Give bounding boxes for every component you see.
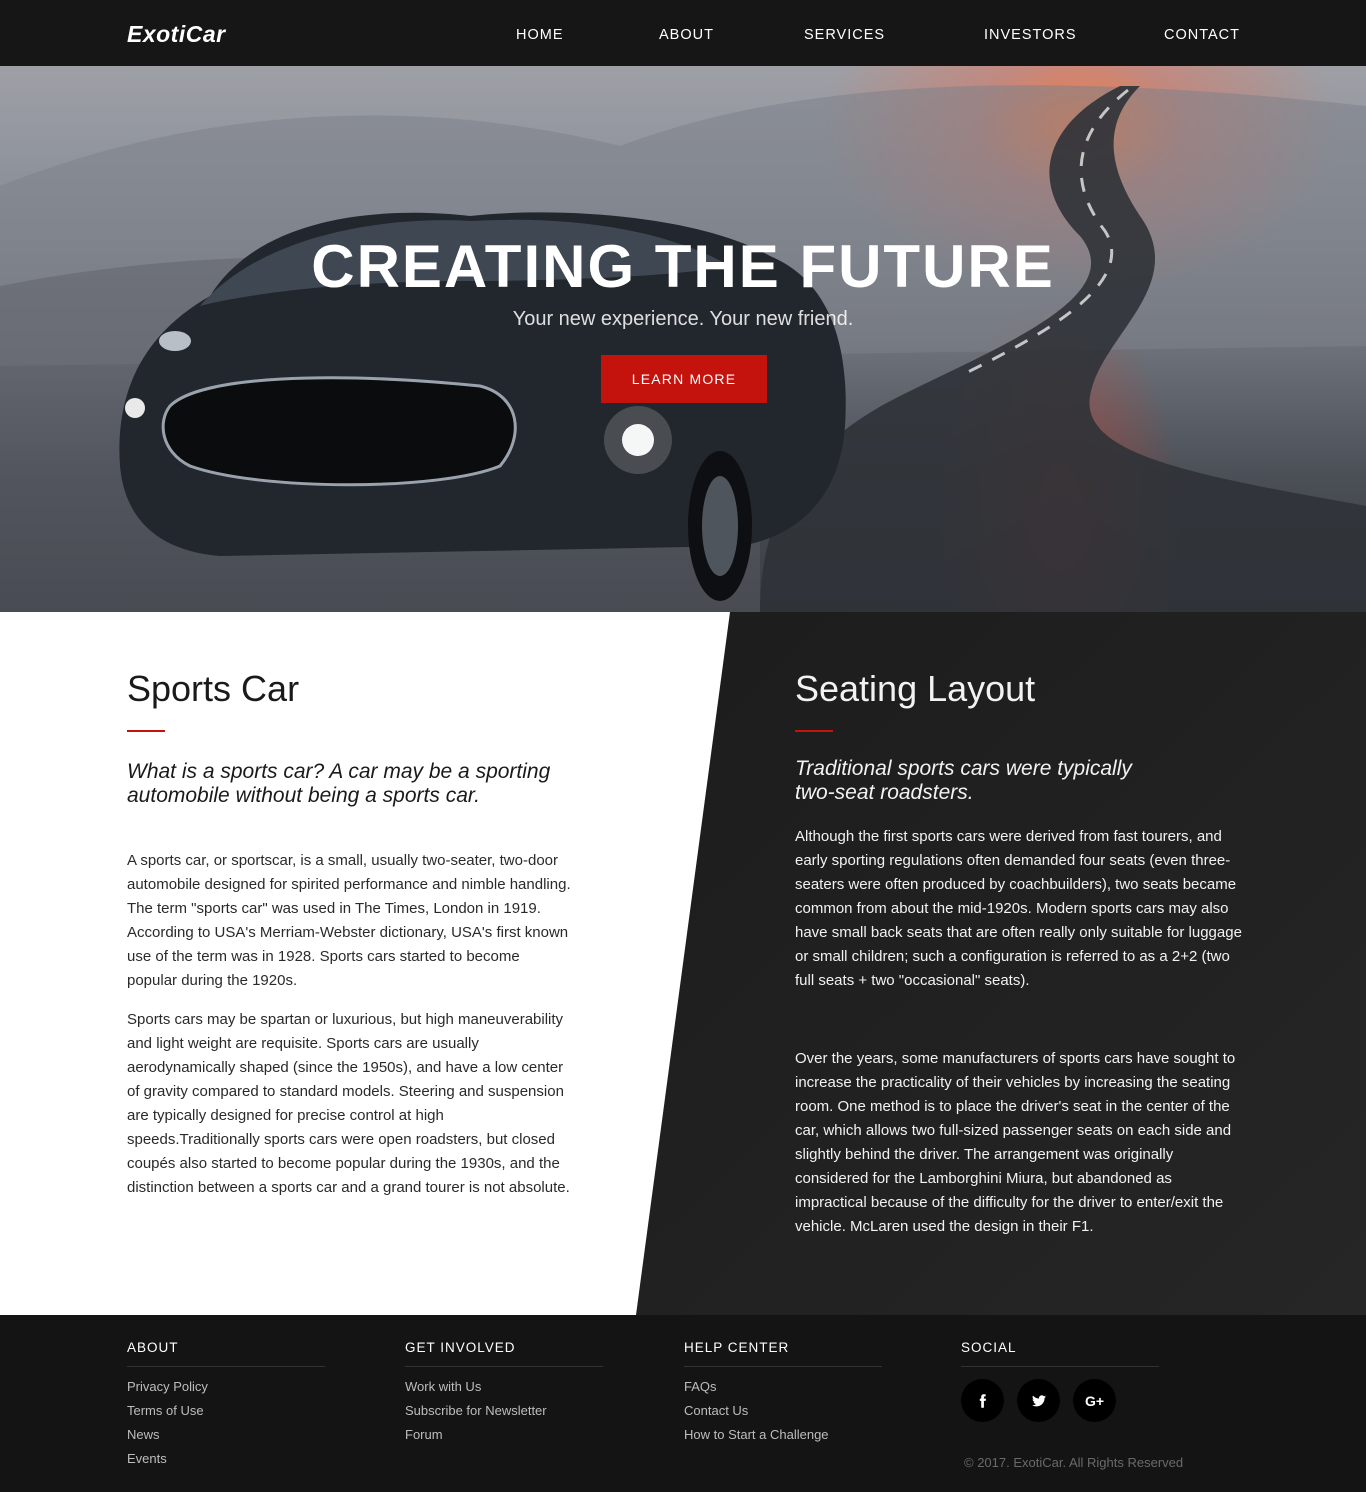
footer-link-contact-us[interactable]: Contact Us xyxy=(684,1403,748,1419)
heading-divider xyxy=(127,730,165,732)
footer-social-heading: SOCIAL xyxy=(961,1340,1017,1355)
nav-contact[interactable]: CONTACT xyxy=(1164,26,1240,44)
footer-divider xyxy=(405,1366,603,1367)
footer-link-privacy-policy[interactable]: Privacy Policy xyxy=(127,1379,208,1395)
footer-link-start-challenge[interactable]: How to Start a Challenge xyxy=(684,1427,829,1443)
seating-layout-heading: Seating Layout xyxy=(795,668,1036,709)
top-navbar: ExotiCar HOME ABOUT SERVICES INVESTORS C… xyxy=(0,0,1366,66)
footer-divider xyxy=(127,1366,325,1367)
sports-car-paragraph-2: Sports cars may be spartan or luxurious,… xyxy=(127,1011,570,1196)
footer-divider xyxy=(684,1366,882,1367)
nav-services[interactable]: SERVICES xyxy=(804,26,885,44)
footer-get-involved-heading: GET INVOLVED xyxy=(405,1340,516,1355)
seating-layout-paragraph-2: Over the years, some manufacturers of sp… xyxy=(795,1050,1236,1235)
hero-banner: CREATING THE FUTURE Your new experience.… xyxy=(0,66,1366,612)
sports-car-lead: What is a sports car? A car may be a spo… xyxy=(127,760,551,807)
nav-home[interactable]: HOME xyxy=(516,26,564,44)
hero-title: CREATING THE FUTURE xyxy=(311,233,1055,300)
footer-link-subscribe-newsletter[interactable]: Subscribe for Newsletter xyxy=(405,1403,547,1419)
footer-link-work-with-us[interactable]: Work with Us xyxy=(405,1379,481,1395)
footer-link-news[interactable]: News xyxy=(127,1427,160,1443)
content-section: Sports Car What is a sports car? A car m… xyxy=(0,612,1366,1315)
heading-divider xyxy=(795,730,833,732)
footer-about-heading: ABOUT xyxy=(127,1340,179,1355)
learn-more-button[interactable]: LEARN MORE xyxy=(601,355,767,403)
facebook-button[interactable] xyxy=(961,1379,1004,1422)
twitter-icon xyxy=(1031,1394,1046,1406)
google-plus-button[interactable]: G+ xyxy=(1073,1379,1116,1422)
footer-divider xyxy=(961,1366,1159,1367)
seating-layout-paragraph-1: Although the first sports cars were deri… xyxy=(795,828,1242,989)
sports-car-heading: Sports Car xyxy=(127,668,300,709)
copyright-text: © 2017. ExotiCar. All Rights Reserved xyxy=(964,1455,1184,1470)
footer-help-center-heading: HELP CENTER xyxy=(684,1340,790,1355)
nav-about[interactable]: ABOUT xyxy=(659,26,714,44)
facebook-icon xyxy=(979,1393,986,1408)
hero-car-road-image xyxy=(0,85,1366,612)
nav-investors[interactable]: INVESTORS xyxy=(984,26,1077,44)
sports-car-paragraph-1: A sports car, or sportscar, is a small, … xyxy=(127,852,571,989)
footer-link-terms-of-use[interactable]: Terms of Use xyxy=(127,1403,204,1419)
footer-link-forum[interactable]: Forum xyxy=(405,1427,443,1443)
google-plus-icon: G+ xyxy=(1084,1392,1105,1409)
footer-link-faqs[interactable]: FAQs xyxy=(684,1379,717,1395)
site-footer: ABOUT Privacy Policy Terms of Use News E… xyxy=(0,1315,1366,1492)
twitter-button[interactable] xyxy=(1017,1379,1060,1422)
footer-link-events[interactable]: Events xyxy=(127,1451,167,1467)
exoticar-logo[interactable]: ExotiCar xyxy=(127,20,226,48)
seating-layout-lead: Traditional sports cars were typically t… xyxy=(795,757,1132,804)
hero-subtitle: Your new experience. Your new friend. xyxy=(512,308,854,330)
